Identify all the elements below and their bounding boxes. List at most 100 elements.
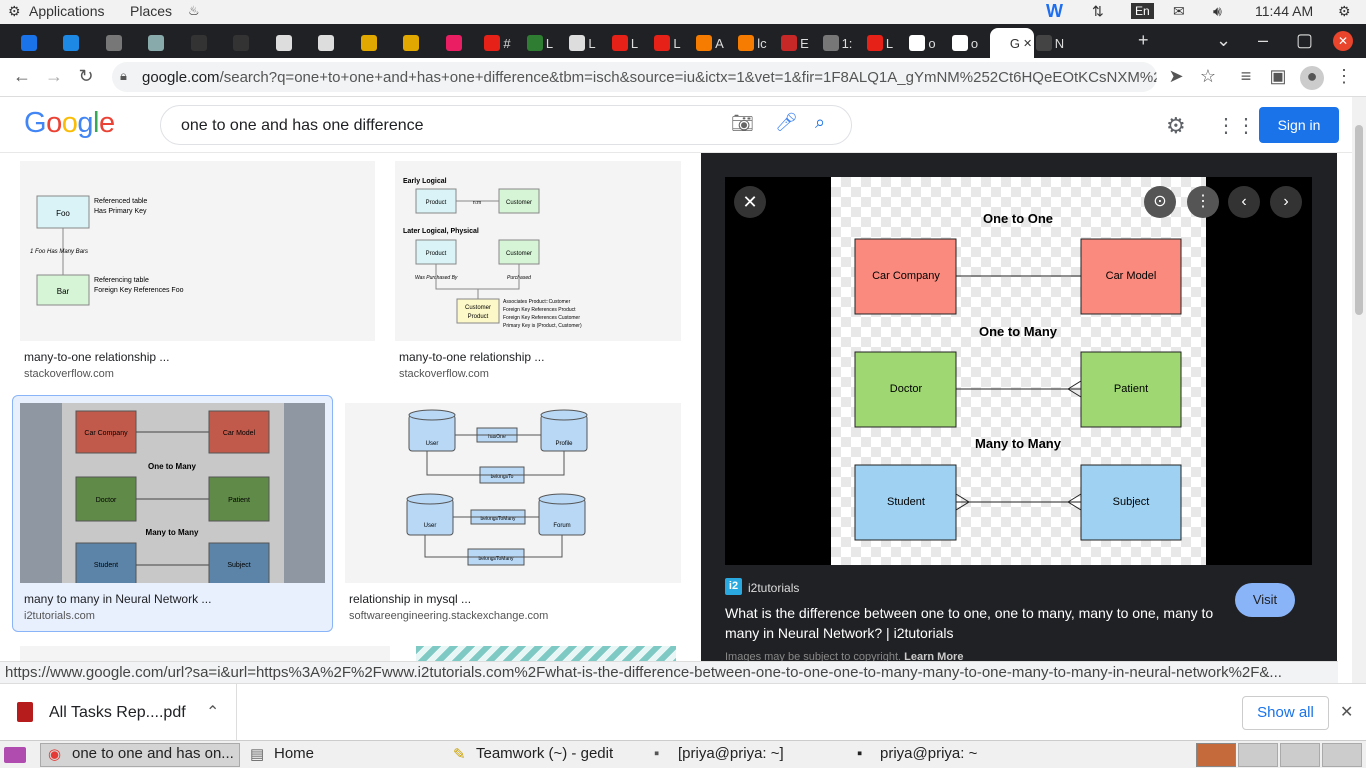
taskbar-item-chrome[interactable]: one to one and has on... [72, 745, 234, 762]
mail-icon[interactable]: ✉ [1173, 3, 1185, 20]
scrollbar-thumb[interactable] [1355, 125, 1363, 315]
result-thumb-1[interactable]: Foo Referenced table Has Primary Key 1 F… [20, 161, 375, 341]
google-logo[interactable]: Google [24, 107, 115, 140]
workspace-3[interactable] [1280, 743, 1320, 767]
tab-23[interactable]: o [947, 28, 983, 58]
next-icon[interactable]: › [1270, 186, 1302, 218]
show-all-button[interactable]: Show all [1242, 696, 1329, 730]
tab-1[interactable] [12, 28, 48, 58]
tab-16[interactable]: L [650, 28, 686, 58]
places-menu[interactable]: Places [130, 3, 172, 19]
tab-21[interactable]: L [862, 28, 898, 58]
settings-icon[interactable]: ⚙ [1338, 3, 1351, 20]
tab-18[interactable]: lc [735, 28, 771, 58]
tab-5[interactable] [182, 28, 218, 58]
taskbar-item-gedit[interactable]: Teamwork (~) - gedit [476, 745, 613, 762]
result-title-2[interactable]: many-to-one relationship ... [399, 350, 544, 364]
taskbar-item-terminal-2[interactable]: priya@priya: ~ [880, 745, 977, 762]
share-icon[interactable]: ➤ [1164, 66, 1188, 90]
svg-text:n:m: n:m [473, 200, 481, 206]
applications-menu[interactable]: Applications [29, 3, 105, 19]
tab-20[interactable]: 1: [820, 28, 856, 58]
workspace-4[interactable] [1322, 743, 1362, 767]
visit-button[interactable]: Visit [1235, 583, 1295, 617]
camera-icon[interactable]: 📷︎ [731, 113, 754, 134]
side-panel-icon[interactable]: ▣ [1266, 66, 1290, 90]
network-icon[interactable]: ⇅ [1092, 3, 1104, 20]
volume-icon[interactable]: 🔊︎ [1213, 3, 1222, 20]
download-file[interactable]: All Tasks Rep....pdf [49, 704, 186, 722]
tab-24[interactable]: G ✕ [989, 28, 1034, 58]
back-icon[interactable]: ← [10, 66, 34, 90]
new-tab-icon[interactable]: + [1138, 30, 1149, 51]
tab-22[interactable]: o [905, 28, 941, 58]
workspace-2[interactable] [1238, 743, 1278, 767]
result-thumb-4[interactable]: User Profile User Forum hasOne belongsTo… [345, 403, 681, 583]
preview-title[interactable]: What is the difference between one to on… [725, 603, 1215, 643]
tab-3[interactable] [97, 28, 133, 58]
tab-search-icon[interactable]: ⌄ [1216, 30, 1231, 51]
maximize-icon[interactable]: ▢ [1296, 30, 1313, 51]
apps-icon[interactable]: ⚙ [8, 3, 21, 20]
forward-icon[interactable]: → [42, 66, 66, 90]
tab-8[interactable] [310, 28, 346, 58]
reload-icon[interactable]: ↻ [74, 66, 98, 90]
tab-14[interactable]: L [565, 28, 601, 58]
tab-9[interactable] [352, 28, 388, 58]
media-icon[interactable]: ≡ [1234, 66, 1258, 90]
tab-2[interactable] [55, 28, 91, 58]
close-window-icon[interactable]: ✕ [1333, 31, 1353, 51]
result-thumb-6[interactable] [416, 646, 676, 661]
gear-icon[interactable]: ⚙ [1166, 113, 1186, 139]
sign-in-button[interactable]: Sign in [1259, 107, 1339, 143]
result-title-1[interactable]: many-to-one relationship ... [24, 350, 169, 364]
gedit-icon: ✎ [453, 746, 466, 763]
tab-13[interactable]: L [522, 28, 558, 58]
search-input[interactable]: one to one and has one difference 📷︎ 🎤︎ … [160, 105, 852, 145]
apps-grid-icon[interactable]: ⋮⋮ [1216, 113, 1256, 138]
show-desktop-icon[interactable] [4, 747, 26, 763]
page-scrollbar[interactable] [1352, 97, 1366, 683]
preview-image[interactable]: One to One Car Company Car Model One to … [831, 177, 1206, 565]
tab-19[interactable]: E [777, 28, 813, 58]
previous-icon[interactable]: ‹ [1228, 186, 1260, 218]
taskbar-item-home[interactable]: Home [274, 745, 314, 762]
search-icon[interactable]: ⌕ [815, 112, 825, 133]
tab-label: L [630, 35, 639, 51]
result-thumb-2[interactable]: Early Logical Product n:m Customer Later… [395, 161, 681, 341]
mic-icon[interactable]: 🎤︎ [775, 112, 798, 133]
circle-icon [822, 35, 839, 51]
tab-4[interactable] [140, 28, 176, 58]
site-name[interactable]: i2tutorials [748, 581, 799, 595]
taskbar-item-terminal-1[interactable]: [priya@priya: ~] [678, 745, 784, 762]
address-bar[interactable]: 🔒︎ google.com/search?q=one+to+one+and+ha… [112, 62, 1157, 92]
usb-icon[interactable]: ♨ [188, 3, 200, 19]
more-options-icon[interactable]: ⋮ [1187, 186, 1219, 218]
tab-10[interactable] [395, 28, 431, 58]
tab-7[interactable] [267, 28, 303, 58]
w-app-icon[interactable]: W [1046, 1, 1063, 22]
chevron-up-icon[interactable]: ⌃ [206, 702, 219, 722]
profile-icon[interactable]: ● [1300, 66, 1324, 90]
result-title-3[interactable]: many to many in Neural Network ... [24, 592, 211, 606]
close-icon[interactable]: ✕ [734, 186, 766, 218]
tab-17[interactable]: A [692, 28, 728, 58]
tab-label: L [673, 35, 681, 51]
menu-kebab-icon[interactable]: ⋮ [1332, 66, 1356, 90]
lens-icon[interactable]: ⊙ [1144, 186, 1176, 218]
tab-12[interactable]: # [480, 28, 516, 58]
keyboard-lang[interactable]: En [1131, 3, 1154, 19]
result-thumb-5[interactable] [20, 646, 390, 661]
close-download-bar-icon[interactable]: ✕ [1340, 702, 1353, 722]
bookmark-star-icon[interactable]: ☆ [1196, 66, 1220, 90]
result-thumb-3[interactable]: Car Company Car Model One to Many Doctor… [20, 403, 325, 583]
close-tab-icon[interactable]: ✕ [1023, 37, 1032, 50]
result-title-4[interactable]: relationship in mysql ... [349, 592, 471, 606]
tab-11[interactable] [437, 28, 473, 58]
tab-25[interactable]: N [1032, 28, 1068, 58]
clock[interactable]: 11:44 AM [1255, 3, 1313, 19]
workspace-1[interactable] [1196, 743, 1236, 767]
tab-15[interactable]: L [607, 28, 643, 58]
minimize-icon[interactable]: – [1258, 30, 1268, 51]
tab-6[interactable] [225, 28, 261, 58]
